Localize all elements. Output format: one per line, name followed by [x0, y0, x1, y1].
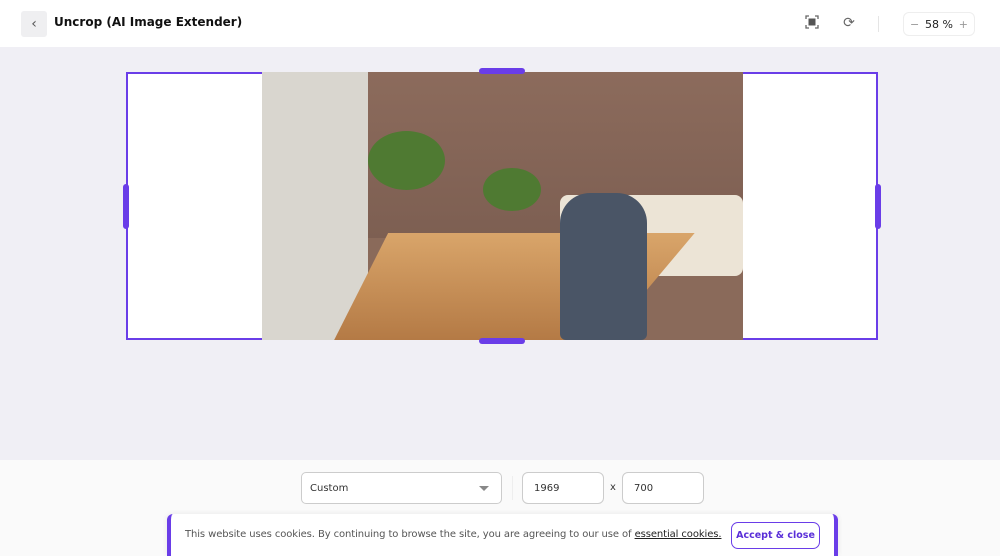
- preset-value: Custom: [310, 483, 349, 494]
- page-title: Uncrop (AI Image Extender): [54, 15, 243, 29]
- resize-handle-left[interactable]: [123, 184, 129, 229]
- cookie-text: This website uses cookies. By continuing…: [185, 529, 722, 540]
- zoom-out-button[interactable]: −: [910, 18, 919, 31]
- refresh-icon[interactable]: ⟳: [841, 15, 857, 31]
- fit-screen-icon[interactable]: [804, 15, 820, 31]
- resize-handle-top[interactable]: [479, 68, 525, 74]
- width-input[interactable]: [522, 472, 604, 504]
- resize-handle-bottom[interactable]: [479, 338, 525, 344]
- zoom-control: − 58 % +: [903, 12, 975, 36]
- divider: [878, 16, 879, 32]
- back-button[interactable]: ‹: [21, 11, 47, 37]
- zoom-level: 58 %: [925, 17, 953, 31]
- cookie-banner: This website uses cookies. By continuing…: [167, 514, 838, 556]
- top-bar: ‹ Uncrop (AI Image Extender) ⟳ − 58 % +: [0, 0, 1000, 47]
- divider: [512, 476, 513, 500]
- essential-cookies-link[interactable]: essential cookies.: [635, 529, 722, 540]
- accept-close-button[interactable]: Accept & close: [731, 522, 820, 549]
- resize-handle-right[interactable]: [875, 184, 881, 229]
- chevron-left-icon: ‹: [31, 16, 37, 32]
- height-input[interactable]: [622, 472, 704, 504]
- aspect-preset-select[interactable]: Custom: [301, 472, 502, 504]
- dimension-separator: x: [610, 482, 616, 493]
- cookie-message: This website uses cookies. By continuing…: [185, 529, 635, 540]
- zoom-in-button[interactable]: +: [959, 18, 968, 31]
- caret-down-icon: [479, 486, 489, 491]
- source-image: [262, 72, 743, 340]
